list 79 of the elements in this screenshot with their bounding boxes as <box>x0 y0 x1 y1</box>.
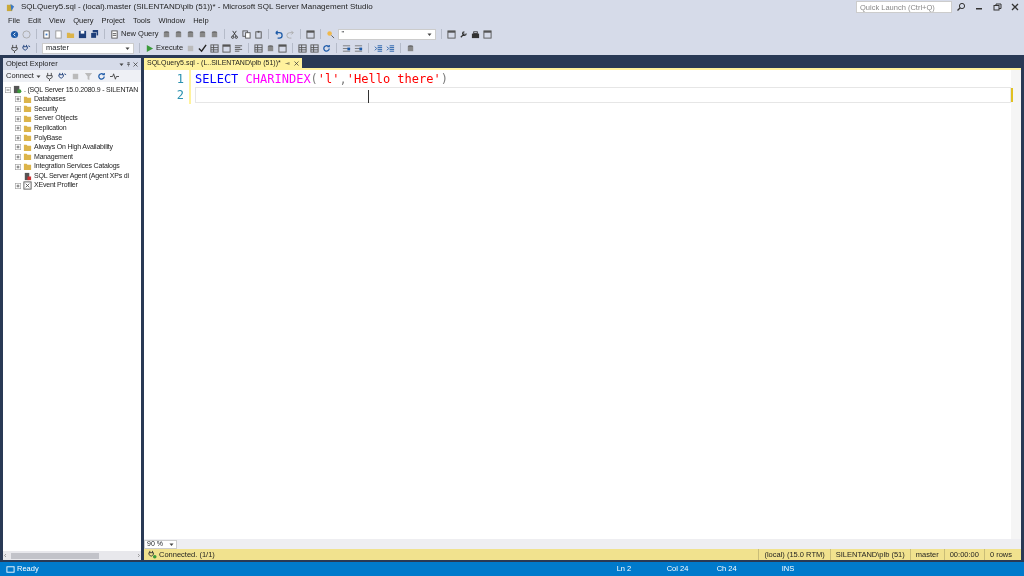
checkmark-icon[interactable] <box>198 43 208 53</box>
lines-icon[interactable] <box>234 43 244 53</box>
undo-icon[interactable] <box>273 29 283 39</box>
grid-icon[interactable] <box>310 43 320 53</box>
window-icon[interactable] <box>446 29 456 39</box>
expand-toggle[interactable] <box>15 106 21 112</box>
scrollbar-thumb[interactable] <box>11 552 99 559</box>
play-icon <box>145 43 154 53</box>
caret-icon <box>426 31 432 37</box>
new-project-icon[interactable] <box>42 29 51 39</box>
document-icon <box>110 29 119 39</box>
pin-icon[interactable] <box>284 60 290 66</box>
caret-icon <box>168 541 174 547</box>
scroll-left-icon[interactable] <box>3 553 8 558</box>
window-title: SQLQuery5.sql - (local).master (SILENTAND\plb (51))* - Microsoft SQL Server Management Studio <box>21 1 373 13</box>
pin-icon[interactable] <box>126 61 131 67</box>
grid-icon[interactable] <box>210 43 220 53</box>
caret-icon <box>35 73 41 79</box>
scroll-right-icon[interactable] <box>136 553 141 558</box>
window-icon[interactable] <box>278 43 288 53</box>
indent-icon[interactable] <box>374 43 384 53</box>
agent-icon <box>23 171 32 181</box>
close-icon[interactable] <box>133 61 138 67</box>
server-icon <box>13 85 22 95</box>
code-line[interactable]: SELECT CHARINDEX('l','Hello there') <box>195 71 1011 87</box>
grid-icon[interactable] <box>298 43 308 53</box>
database-query-icon[interactable] <box>185 29 195 39</box>
expand-toggle[interactable] <box>15 134 21 141</box>
window-icon[interactable] <box>305 29 315 39</box>
expand-toggle[interactable] <box>15 125 21 132</box>
expand-toggle[interactable] <box>15 163 21 170</box>
new-file-icon[interactable] <box>54 29 63 39</box>
database-query-icon[interactable] <box>161 29 171 39</box>
window-icon[interactable] <box>222 43 232 53</box>
comment-icon[interactable] <box>354 43 364 53</box>
caret-icon[interactable] <box>119 61 124 67</box>
connected-icon <box>148 550 157 559</box>
ready-icon <box>6 564 15 574</box>
close-icon[interactable] <box>293 60 299 66</box>
toolbox-icon[interactable] <box>470 29 480 39</box>
save-icon[interactable] <box>78 29 87 39</box>
grid-icon[interactable] <box>254 43 264 53</box>
save-all-icon[interactable] <box>90 29 99 39</box>
expand-toggle[interactable] <box>15 182 21 189</box>
database-query-icon[interactable] <box>406 43 416 53</box>
expand-toggle[interactable] <box>15 144 21 151</box>
expand-toggle[interactable] <box>15 96 21 103</box>
scissors-icon[interactable] <box>229 29 239 39</box>
line-number: 1 <box>175 71 185 87</box>
paste-icon[interactable] <box>253 29 263 39</box>
text-cursor <box>368 90 369 103</box>
database-query-icon[interactable] <box>173 29 183 39</box>
expand-toggle[interactable] <box>15 153 21 160</box>
activity-icon[interactable] <box>109 71 119 81</box>
close-icon[interactable] <box>1010 2 1020 12</box>
plug-icon[interactable] <box>10 43 19 53</box>
wrench-icon[interactable] <box>458 29 468 39</box>
find-icon[interactable] <box>325 29 335 39</box>
database-query-icon[interactable] <box>197 29 207 39</box>
database-query-icon[interactable] <box>209 29 219 39</box>
line-number: 2 <box>175 87 185 103</box>
connect-icon[interactable] <box>22 43 31 53</box>
connect-icon[interactable] <box>57 71 67 81</box>
refresh-icon[interactable] <box>322 43 332 53</box>
window-icon[interactable] <box>482 29 492 39</box>
collapse-toggle[interactable] <box>5 86 11 93</box>
database-query-icon[interactable] <box>266 43 276 53</box>
comment-icon[interactable] <box>342 43 352 53</box>
caret-icon <box>125 45 130 51</box>
profiler-icon <box>23 181 32 191</box>
refresh-icon[interactable] <box>96 71 106 81</box>
restore-icon[interactable] <box>992 2 1002 12</box>
expand-toggle[interactable] <box>15 115 21 122</box>
app-icon <box>6 2 15 12</box>
indent-icon[interactable] <box>386 43 396 53</box>
search-icon[interactable] <box>956 2 966 12</box>
back-icon[interactable] <box>10 29 19 39</box>
plug-icon[interactable] <box>44 71 54 81</box>
copy-icon[interactable] <box>241 29 251 39</box>
